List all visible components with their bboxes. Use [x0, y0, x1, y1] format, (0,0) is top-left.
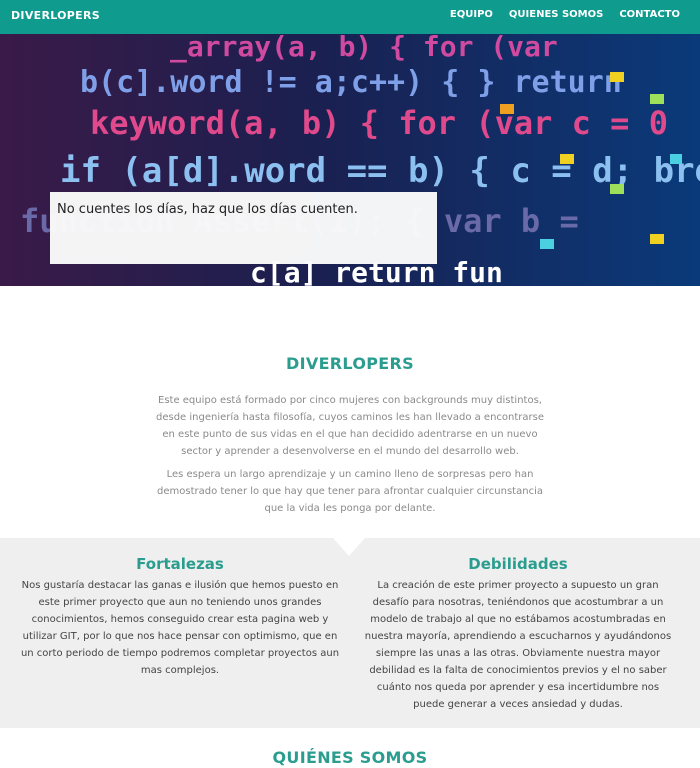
- code-line: _array(a, b) { for (var: [170, 34, 558, 63]
- nav-link-quienes-somos[interactable]: QUIENES SOMOS: [509, 9, 603, 20]
- strengths-title: Fortalezas: [136, 555, 224, 573]
- about-title: QUIÉNES SOMOS: [272, 748, 428, 767]
- weaknesses-text: La creación de este primer proyecto a su…: [364, 580, 672, 710]
- strengths-text: Nos gustaría destacar las ganas e ilusió…: [20, 580, 340, 676]
- hero-quote-box: No cuentes los días, haz que los días cu…: [50, 192, 437, 264]
- weaknesses-title: Debilidades: [468, 555, 568, 573]
- nav-links: EQUIPO QUIENES SOMOS CONTACTO: [450, 9, 680, 20]
- code-line: if (a[d].word == b) { c = d; break: [60, 151, 700, 191]
- section-notch: [333, 538, 365, 556]
- intro-paragraph-1: Este equipo está formado por cinco mujer…: [155, 395, 545, 457]
- intro-paragraph-2: Les espera un largo aprendizaje y un cam…: [157, 469, 543, 514]
- brand-logo[interactable]: DIVERLOPERS: [11, 9, 100, 22]
- intro-title: DIVERLOPERS: [286, 354, 414, 373]
- hero-banner: _array(a, b) { for (var b(c].word != a;c…: [0, 34, 700, 286]
- code-line: b(c].word != a;c++) { } return: [80, 65, 622, 100]
- nav-link-equipo[interactable]: EQUIPO: [450, 9, 493, 20]
- nav-link-contacto[interactable]: CONTACTO: [619, 9, 680, 20]
- code-line: keyword(a, b) { for (var c = 0: [90, 104, 668, 142]
- hero-quote: No cuentes los días, haz que los días cu…: [57, 202, 358, 217]
- top-navbar: DIVERLOPERS EQUIPO QUIENES SOMOS CONTACT…: [0, 0, 700, 34]
